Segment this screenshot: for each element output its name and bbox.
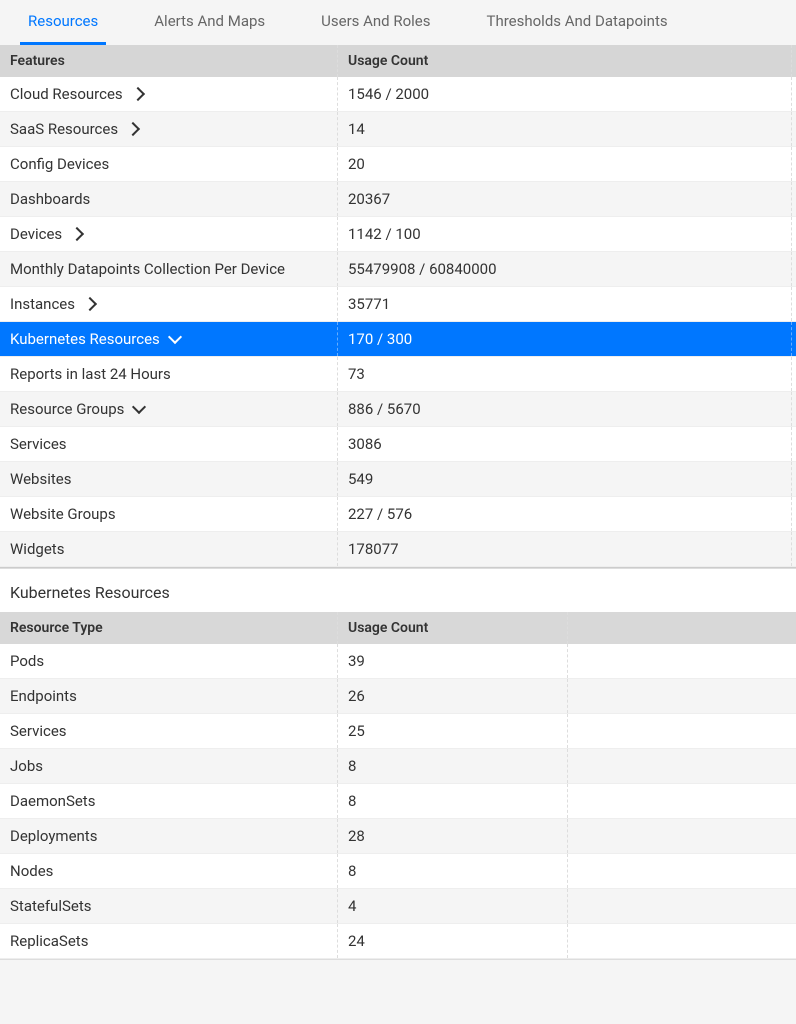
sub-section-title: Kubernetes Resources [0, 568, 796, 612]
row-label: SaaS Resources [10, 120, 118, 138]
row-label: Jobs [0, 749, 338, 783]
row-label: Config Devices [10, 155, 109, 173]
sub-row-jobs[interactable]: Jobs 8 [0, 749, 796, 784]
sub-row-nodes[interactable]: Nodes 8 [0, 854, 796, 889]
sub-row-services[interactable]: Services 25 [0, 714, 796, 749]
row-label: Pods [0, 644, 338, 678]
row-value: 3086 [338, 427, 792, 461]
row-label: Kubernetes Resources [10, 330, 160, 348]
row-label: Devices [10, 225, 62, 243]
tab-users-and-roles[interactable]: Users And Roles [313, 0, 438, 45]
table-row-websites[interactable]: Websites 549 [0, 462, 796, 497]
row-label: DaemonSets [0, 784, 338, 818]
table-row-services[interactable]: Services 3086 [0, 427, 796, 462]
row-label: Websites [10, 470, 71, 488]
table-row-widgets[interactable]: Widgets 178077 [0, 532, 796, 567]
row-value: 549 [338, 462, 792, 496]
header-features[interactable]: Features [0, 45, 338, 77]
row-value: 8 [338, 854, 568, 888]
table-row-devices[interactable]: Devices 1142 / 100 [0, 217, 796, 252]
tab-alerts-and-maps[interactable]: Alerts And Maps [146, 0, 273, 45]
features-table-header: Features Usage Count [0, 45, 796, 77]
table-row-dashboards[interactable]: Dashboards 20367 [0, 182, 796, 217]
row-label: ReplicaSets [0, 924, 338, 958]
row-value: 55479908 / 60840000 [338, 252, 792, 286]
tab-bar: Resources Alerts And Maps Users And Role… [0, 0, 796, 45]
row-value: 39 [338, 644, 568, 678]
row-label: Services [10, 435, 67, 453]
sub-row-daemonsets[interactable]: DaemonSets 8 [0, 784, 796, 819]
row-value: 8 [338, 749, 568, 783]
sub-row-statefulsets[interactable]: StatefulSets 4 [0, 889, 796, 924]
row-label: Resource Groups [10, 400, 124, 418]
chevron-right-icon [70, 227, 84, 241]
sub-row-endpoints[interactable]: Endpoints 26 [0, 679, 796, 714]
table-row-config-devices[interactable]: Config Devices 20 [0, 147, 796, 182]
chevron-right-icon [126, 122, 140, 136]
row-label: Dashboards [10, 190, 90, 208]
table-row-website-groups[interactable]: Website Groups 227 / 576 [0, 497, 796, 532]
row-value: 170 / 300 [338, 322, 792, 356]
row-label: Instances [10, 295, 75, 313]
chevron-right-icon [131, 87, 145, 101]
kubernetes-sub-table: Resource Type Usage Count Pods 39 Endpoi… [0, 612, 796, 959]
row-value: 14 [338, 112, 792, 146]
row-label: Reports in last 24 Hours [10, 365, 171, 383]
header-usage-count[interactable]: Usage Count [338, 45, 792, 77]
row-label: Cloud Resources [10, 85, 123, 103]
table-row-saas-resources[interactable]: SaaS Resources 14 [0, 112, 796, 147]
table-row-resource-groups[interactable]: Resource Groups 886 / 5670 [0, 392, 796, 427]
row-value: 178077 [338, 532, 792, 566]
row-value: 8 [338, 784, 568, 818]
row-value: 1142 / 100 [338, 217, 792, 251]
row-value: 25 [338, 714, 568, 748]
header-usage-count[interactable]: Usage Count [338, 612, 568, 644]
row-label: Nodes [0, 854, 338, 888]
row-value: 20367 [338, 182, 792, 216]
row-value: 20 [338, 147, 792, 181]
row-value: 24 [338, 924, 568, 958]
row-label: Services [0, 714, 338, 748]
row-label: Deployments [0, 819, 338, 853]
sub-table-header: Resource Type Usage Count [0, 612, 796, 644]
row-value: 26 [338, 679, 568, 713]
chevron-down-icon [132, 400, 146, 414]
footer-spacer [0, 959, 796, 999]
row-label: Monthly Datapoints Collection Per Device [10, 260, 285, 278]
row-label: StatefulSets [0, 889, 338, 923]
row-label: Endpoints [0, 679, 338, 713]
tab-thresholds-and-datapoints[interactable]: Thresholds And Datapoints [479, 0, 676, 45]
table-row-reports[interactable]: Reports in last 24 Hours 73 [0, 357, 796, 392]
row-value: 886 / 5670 [338, 392, 792, 426]
row-label: Website Groups [10, 505, 116, 523]
chevron-right-icon [83, 297, 97, 311]
sub-row-deployments[interactable]: Deployments 28 [0, 819, 796, 854]
sub-row-replicasets[interactable]: ReplicaSets 24 [0, 924, 796, 959]
sub-row-pods[interactable]: Pods 39 [0, 644, 796, 679]
tab-resources[interactable]: Resources [20, 0, 106, 45]
row-value: 28 [338, 819, 568, 853]
chevron-down-icon [168, 330, 182, 344]
row-value: 73 [338, 357, 792, 391]
row-value: 35771 [338, 287, 792, 321]
table-row-monthly-datapoints[interactable]: Monthly Datapoints Collection Per Device… [0, 252, 796, 287]
table-row-kubernetes-resources[interactable]: Kubernetes Resources 170 / 300 [0, 322, 796, 357]
row-value: 1546 / 2000 [338, 77, 792, 111]
features-table: Features Usage Count Cloud Resources 154… [0, 45, 796, 567]
row-value: 4 [338, 889, 568, 923]
header-resource-type[interactable]: Resource Type [0, 612, 338, 644]
table-row-instances[interactable]: Instances 35771 [0, 287, 796, 322]
table-row-cloud-resources[interactable]: Cloud Resources 1546 / 2000 [0, 77, 796, 112]
row-value: 227 / 576 [338, 497, 792, 531]
row-label: Widgets [10, 540, 64, 558]
